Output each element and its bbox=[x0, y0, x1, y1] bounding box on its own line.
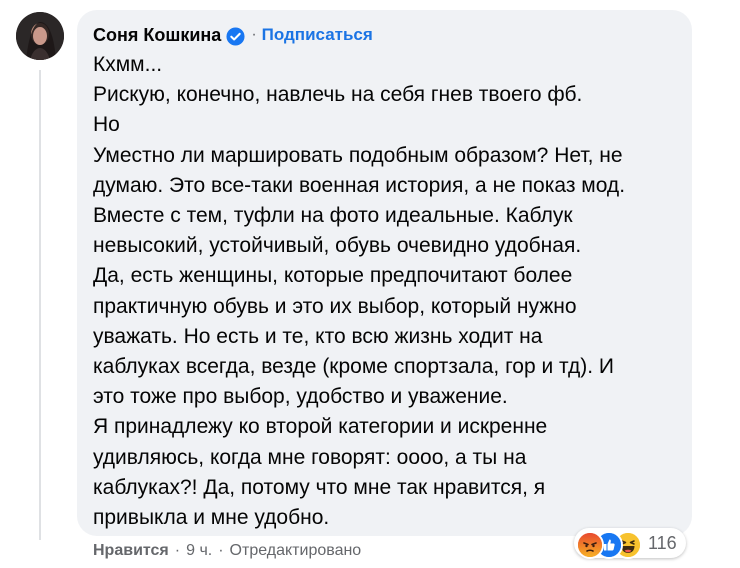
comment-line: уважать. Но есть и те, кто всю жизнь ход… bbox=[93, 324, 543, 348]
comment-line: Вместе с тем, туфли на фото идеальные. К… bbox=[93, 204, 573, 228]
comment-header: Соня Кошкина · Подписаться bbox=[93, 20, 373, 50]
reaction-icons bbox=[576, 530, 648, 559]
comment-footer: Нравится · 9 ч. · Отредактировано bbox=[93, 542, 361, 560]
comment-line: Кхмм... bbox=[93, 53, 163, 76]
comment-line: удивляюсь, когда мне говорят: оооо, а ты… bbox=[93, 445, 527, 469]
comment-text: Кхмм... Рискую, конечно, навлечь на себя… bbox=[93, 50, 683, 533]
comment-line: это тоже про выбор, удобство и уважение. bbox=[93, 385, 508, 409]
reactions-summary[interactable]: 116 bbox=[574, 528, 686, 559]
comment-line: Я принадлежу ко второй категории и искре… bbox=[93, 415, 548, 439]
comment-line: практичную обувь и это их выбор, который… bbox=[93, 294, 577, 318]
comment-time[interactable]: 9 ч. bbox=[186, 542, 212, 560]
thread-line bbox=[39, 70, 41, 540]
comment-line: думаю. Это все-таки военная история, а н… bbox=[93, 173, 626, 197]
comment-line: Рискую, конечно, навлечь на себя гнев тв… bbox=[93, 83, 583, 107]
author-name[interactable]: Соня Кошкина bbox=[93, 25, 221, 46]
comment-line: каблуках всегда, везде (кроме спортзала,… bbox=[93, 355, 614, 379]
avatar[interactable] bbox=[16, 12, 64, 60]
footer-separator: · bbox=[174, 542, 181, 559]
comment-line: Да, есть женщины, которые предпочитают б… bbox=[93, 264, 573, 288]
header-separator: · bbox=[251, 26, 257, 43]
follow-button[interactable]: Подписаться bbox=[262, 25, 373, 45]
footer-separator: · bbox=[218, 542, 224, 559]
comment-line: Уместно ли маршировать подобным образом?… bbox=[93, 143, 623, 167]
reaction-count: 116 bbox=[648, 532, 677, 553]
avatar-image bbox=[16, 12, 64, 60]
comment-line: Но bbox=[93, 113, 120, 137]
comment-line: невысокий, устойчивый, обувь очевидно уд… bbox=[93, 234, 582, 258]
verified-badge-icon bbox=[226, 26, 245, 46]
comment-line: каблуках?! Да, потому что мне так нравит… bbox=[93, 475, 546, 499]
like-button[interactable]: Нравится bbox=[93, 542, 169, 560]
angry-reaction-icon bbox=[576, 531, 604, 559]
edited-label[interactable]: Отредактировано bbox=[230, 542, 362, 560]
